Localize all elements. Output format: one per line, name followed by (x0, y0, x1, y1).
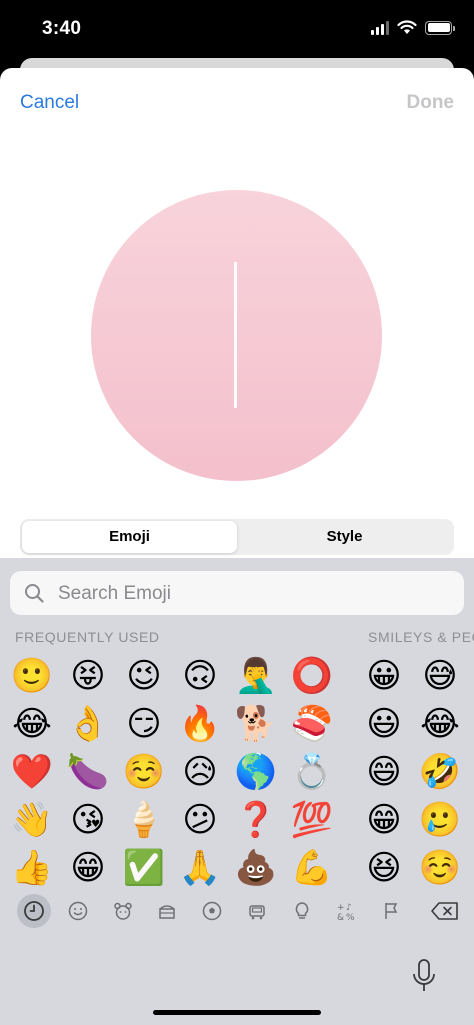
search-icon (25, 584, 44, 603)
emoji-key[interactable]: 🔥 (178, 702, 222, 746)
clock-icon[interactable] (17, 894, 51, 928)
sports-icon[interactable] (195, 894, 229, 928)
emoji-key[interactable]: 😂 (10, 702, 54, 746)
wifi-icon (397, 20, 417, 34)
mode-segmented-control: Emoji Style (20, 519, 454, 555)
emoji-key[interactable]: ☺️ (418, 846, 462, 888)
text-cursor (234, 262, 237, 408)
emoji-key[interactable]: 🥲 (418, 798, 462, 842)
emoji-key[interactable]: 😕 (178, 798, 222, 842)
emoji-key[interactable]: 😁 (362, 798, 406, 842)
animal-icon[interactable] (106, 894, 140, 928)
emoji-key[interactable]: 😝 (66, 654, 110, 698)
section-label-smileys: SMILEYS & PEO (368, 629, 474, 645)
emoji-key[interactable]: 😂 (418, 702, 462, 746)
emoji-key[interactable]: 😥 (178, 750, 222, 794)
svg-text:%: % (346, 913, 355, 922)
emoji-key[interactable]: ❤️ (10, 750, 54, 794)
avatar-preview[interactable] (91, 190, 382, 481)
smiley-icon[interactable] (61, 894, 95, 928)
travel-icon[interactable] (240, 894, 274, 928)
avatar-editor-sheet: Cancel Done Emoji Style (0, 68, 474, 558)
emoji-grid: 🙂 😝 😉 🙃 🤦‍♂️ ⭕ 😂 👌 😏 🔥 🐕 🍣 ❤️ 🍆 ☺️ 😥 🌎 💍 👋 😘 🍦 😕 ❓ 💯 👍 😁 ✅ 🙏 💩 💪 😀 😅 😃 😂 😄… (0, 648, 474, 888)
battery-icon (425, 20, 455, 35)
emoji-key[interactable]: 😁 (66, 846, 110, 888)
svg-text:♪: ♪ (346, 903, 352, 913)
microphone-icon[interactable] (410, 958, 438, 994)
emoji-key[interactable]: 🍣 (290, 702, 334, 746)
segment-emoji[interactable]: Emoji (22, 521, 237, 553)
emoji-key[interactable]: 🍦 (122, 798, 166, 842)
emoji-key[interactable]: ⭕ (290, 654, 334, 698)
emoji-key[interactable]: 😅 (418, 654, 462, 698)
emoji-key[interactable]: 🙂 (10, 654, 54, 698)
emoji-key[interactable]: 😉 (122, 654, 166, 698)
emoji-key[interactable]: 💯 (290, 798, 334, 842)
emoji-key[interactable]: ❓ (234, 798, 278, 842)
search-placeholder: Search Emoji (58, 583, 171, 604)
emoji-key[interactable]: 😄 (362, 750, 406, 794)
objects-icon[interactable] (285, 894, 319, 928)
done-button[interactable]: Done (407, 92, 455, 114)
emoji-key[interactable]: 😀 (362, 654, 406, 698)
cellular-signal-icon (371, 20, 389, 35)
emoji-key[interactable]: 👌 (66, 702, 110, 746)
cancel-button[interactable]: Cancel (20, 92, 79, 114)
segment-style[interactable]: Style (237, 521, 452, 553)
search-emoji-field[interactable]: Search Emoji (10, 571, 464, 615)
emoji-key[interactable]: 🙃 (178, 654, 222, 698)
emoji-key[interactable]: 💩 (234, 846, 278, 888)
emoji-key[interactable]: 😆 (362, 846, 406, 888)
emoji-key[interactable]: 🤦‍♂️ (234, 654, 278, 698)
emoji-key[interactable]: 😘 (66, 798, 110, 842)
emoji-key[interactable]: 👋 (10, 798, 54, 842)
status-icons (371, 20, 455, 35)
section-label-frequent: FREQUENTLY USED (15, 629, 160, 645)
emoji-key[interactable]: 🍆 (66, 750, 110, 794)
symbols-icon[interactable]: + ♪ &% (329, 894, 363, 928)
emoji-key[interactable]: 💪 (290, 846, 334, 888)
svg-text:&: & (337, 913, 344, 922)
flag-icon[interactable] (374, 894, 408, 928)
emoji-key[interactable]: ☺️ (122, 750, 166, 794)
emoji-key[interactable]: 👍 (10, 846, 54, 888)
emoji-key[interactable]: 🤣 (418, 750, 462, 794)
emoji-key[interactable]: ✅ (122, 846, 166, 888)
emoji-key[interactable]: 🐕 (234, 702, 278, 746)
emoji-keyboard: Search Emoji FREQUENTLY USED SMILEYS & P… (0, 558, 474, 1025)
emoji-key[interactable]: 💍 (290, 750, 334, 794)
emoji-key[interactable]: 🌎 (234, 750, 278, 794)
emoji-key[interactable]: 😃 (362, 702, 406, 746)
svg-text:+: + (337, 903, 345, 913)
emoji-key[interactable]: 🙏 (178, 846, 222, 888)
status-time: 3:40 (42, 18, 82, 39)
home-indicator (153, 1010, 321, 1015)
category-bar: + ♪ &% (0, 894, 474, 928)
emoji-key[interactable]: 😏 (122, 702, 166, 746)
status-bar: 3:40 (0, 0, 474, 60)
food-icon[interactable] (150, 894, 184, 928)
delete-icon[interactable] (426, 894, 464, 928)
